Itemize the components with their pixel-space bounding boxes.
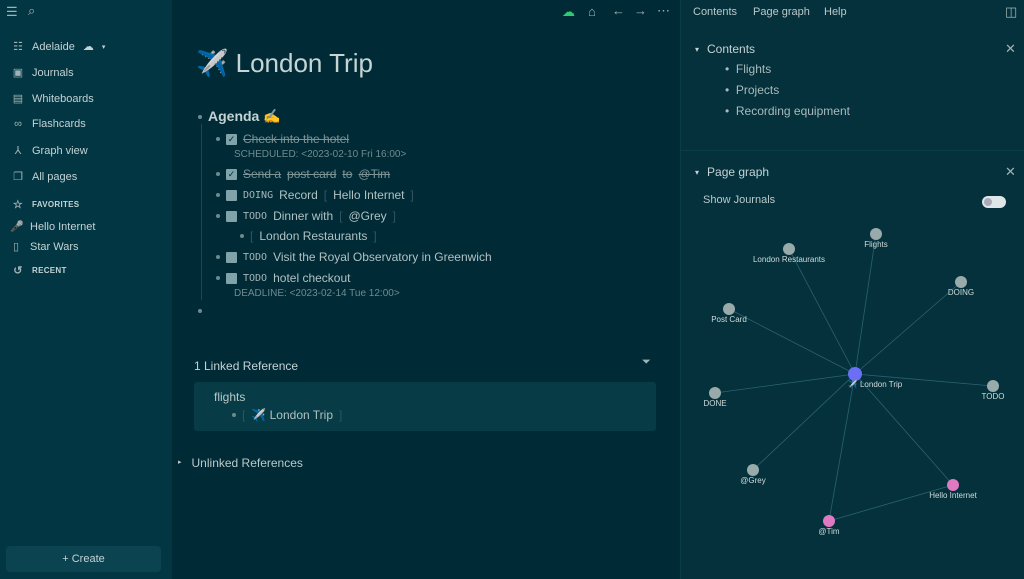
close-icon[interactable]: ✕ bbox=[1005, 164, 1016, 180]
menu-icon[interactable]: ☰ bbox=[6, 4, 18, 20]
page-icon: ▯ bbox=[12, 241, 20, 253]
close-icon[interactable]: ✕ bbox=[1005, 41, 1016, 57]
left-sidebar: ☰ ⌕ ☷ Adelaide ☁ ▾ ▣ Journals ▤ Whiteboards ∞… bbox=[0, 0, 172, 579]
block-send-postcard[interactable]: ✓ Send a post card to @Tim bbox=[216, 167, 390, 181]
page-ref[interactable]: @Grey bbox=[348, 209, 386, 223]
contents-item[interactable]: • Flights bbox=[725, 62, 771, 76]
checkbox[interactable] bbox=[226, 210, 237, 222]
main-content: ☁ ⌂ ← → ⋯ ✈️ London Trip Agenda ✍️ ✓ Chec… bbox=[172, 0, 680, 579]
ref-page-link[interactable]: flights bbox=[214, 390, 245, 404]
sidebar-item-whiteboards[interactable]: ▤ Whiteboards bbox=[12, 92, 94, 106]
whiteboard-icon: ▤ bbox=[12, 93, 24, 105]
page-ref[interactable]: London Restaurants bbox=[259, 229, 367, 243]
filter-icon[interactable]: ⏷ bbox=[642, 356, 651, 369]
create-button[interactable]: + Create bbox=[6, 546, 161, 572]
block-royal-observatory[interactable]: TODO Visit the Royal Observatory in Green… bbox=[216, 250, 492, 264]
deadline-date: DEADLINE: <2023-02-14 Tue 12:00> bbox=[234, 288, 400, 299]
graph-node[interactable] bbox=[747, 464, 759, 476]
home-icon[interactable]: ⌂ bbox=[588, 4, 596, 19]
graph-node[interactable] bbox=[783, 243, 795, 255]
contents-item[interactable]: • Recording equipment bbox=[725, 104, 850, 118]
recent-header[interactable]: ↺ RECENT bbox=[12, 264, 67, 277]
caret-down-icon: ▾ bbox=[695, 44, 700, 54]
graph-node[interactable] bbox=[870, 228, 882, 240]
checkbox-checked[interactable]: ✓ bbox=[226, 133, 237, 145]
checkbox-checked[interactable]: ✓ bbox=[226, 168, 237, 180]
graph-node-label: TODO bbox=[982, 392, 1005, 401]
tab-help[interactable]: Help bbox=[824, 6, 847, 18]
pages-icon: ❐ bbox=[13, 171, 23, 183]
chevron-down-icon: ▾ bbox=[101, 43, 106, 51]
sidebar-item-graph-view[interactable]: ⅄ Graph view bbox=[12, 144, 88, 158]
checkbox[interactable] bbox=[226, 251, 237, 263]
graph-node-label: Flights bbox=[864, 240, 888, 249]
linked-references-header[interactable]: 1 Linked Reference bbox=[194, 359, 298, 373]
linked-reference-card: flights [✈️ London Trip] bbox=[194, 382, 656, 431]
checkbox[interactable] bbox=[226, 189, 237, 201]
cloud-icon: ☁ bbox=[82, 41, 94, 53]
caret-down-icon: ▾ bbox=[695, 167, 700, 177]
graph-node-label: ✈️ London Trip bbox=[848, 379, 903, 389]
favorite-hello-internet[interactable]: 🎤 Hello Internet bbox=[10, 220, 95, 234]
show-journals-label: Show Journals bbox=[703, 194, 776, 206]
graph-node-label: Hello Internet bbox=[929, 491, 977, 500]
block-london-restaurants[interactable]: [London Restaurants] bbox=[240, 229, 377, 243]
arrow-right-icon[interactable]: → bbox=[634, 3, 647, 18]
graph-node[interactable] bbox=[823, 515, 835, 527]
star-icon: ☆ bbox=[12, 199, 24, 211]
history-icon: ↺ bbox=[13, 265, 23, 277]
page-ref[interactable]: post card bbox=[287, 167, 336, 181]
block-check-in[interactable]: ✓ Check into the hotel bbox=[216, 132, 349, 146]
graph-node-label: DOING bbox=[948, 288, 974, 297]
graph-node[interactable] bbox=[848, 367, 862, 381]
graph-node-label: Post Card bbox=[711, 315, 747, 324]
favorite-star-wars[interactable]: ▯ Star Wars bbox=[10, 240, 79, 254]
graph-node[interactable] bbox=[709, 387, 721, 399]
contents-header[interactable]: ▾ Contents bbox=[695, 42, 755, 56]
checkbox[interactable] bbox=[226, 272, 237, 284]
block-hotel-checkout[interactable]: TODO hotel checkout bbox=[216, 271, 350, 285]
page-graph[interactable]: ✈️ London Trip Flights London Restaurants D… bbox=[681, 220, 1024, 579]
cloud-sync-icon[interactable]: ☁ bbox=[562, 4, 575, 20]
graph-node[interactable] bbox=[723, 303, 735, 315]
graph-node-label: DONE bbox=[703, 399, 726, 408]
contents-item[interactable]: • Projects bbox=[725, 83, 779, 97]
infinity-icon: ∞ bbox=[14, 118, 22, 130]
toggle-sidebar-icon[interactable]: ◫ bbox=[1005, 4, 1017, 20]
sidebar-item-journals[interactable]: ▣ Journals bbox=[12, 66, 74, 80]
block-dinner[interactable]: TODO Dinner with[@Grey] bbox=[216, 209, 396, 223]
microphone-icon: 🎤 bbox=[10, 221, 24, 233]
graph-node-label: London Restaurants bbox=[753, 255, 825, 264]
graph-node[interactable] bbox=[987, 380, 999, 392]
empty-block[interactable] bbox=[198, 309, 202, 313]
show-journals-toggle[interactable] bbox=[982, 196, 1006, 208]
right-sidebar: Contents Page graph Help ◫ ▾ Contents ✕ •… bbox=[680, 0, 1024, 579]
favorites-header[interactable]: ☆ FAVORITES bbox=[12, 198, 79, 211]
block-agenda[interactable]: Agenda ✍️ bbox=[198, 108, 281, 125]
more-icon[interactable]: ⋯ bbox=[657, 3, 670, 19]
page-ref[interactable]: Hello Internet bbox=[333, 188, 404, 202]
sidebar-item-all-pages[interactable]: ❐ All pages bbox=[12, 170, 77, 184]
database-icon: ☷ bbox=[13, 41, 23, 53]
page-ref[interactable]: @Tim bbox=[358, 167, 390, 181]
graph-node[interactable] bbox=[955, 276, 967, 288]
page-title[interactable]: ✈️ London Trip bbox=[196, 48, 373, 79]
tab-page-graph[interactable]: Page graph bbox=[753, 6, 810, 18]
scheduled-date: SCHEDULED: <2023-02-10 Fri 16:00> bbox=[234, 149, 407, 160]
graph-node-label: @Tim bbox=[818, 527, 839, 536]
graph-node-label: @Grey bbox=[740, 476, 765, 485]
page-graph-header[interactable]: ▾ Page graph bbox=[695, 165, 769, 179]
search-icon[interactable]: ⌕ bbox=[28, 3, 35, 19]
repo-selector[interactable]: ☷ Adelaide ☁ ▾ bbox=[12, 40, 106, 54]
caret-right-icon: ▸ bbox=[178, 459, 182, 466]
tab-contents[interactable]: Contents bbox=[693, 6, 737, 18]
ref-block[interactable]: [✈️ London Trip] bbox=[232, 408, 342, 422]
sidebar-item-flashcards[interactable]: ∞ Flashcards bbox=[12, 118, 86, 130]
graph-icon: ⅄ bbox=[14, 145, 22, 157]
calendar-icon: ▣ bbox=[12, 67, 24, 79]
block-doing-record[interactable]: DOING Record[Hello Internet] bbox=[216, 188, 414, 202]
arrow-left-icon[interactable]: ← bbox=[612, 3, 625, 18]
graph-node[interactable] bbox=[947, 479, 959, 491]
unlinked-references-toggle[interactable]: ▸ Unlinked References bbox=[178, 456, 303, 470]
